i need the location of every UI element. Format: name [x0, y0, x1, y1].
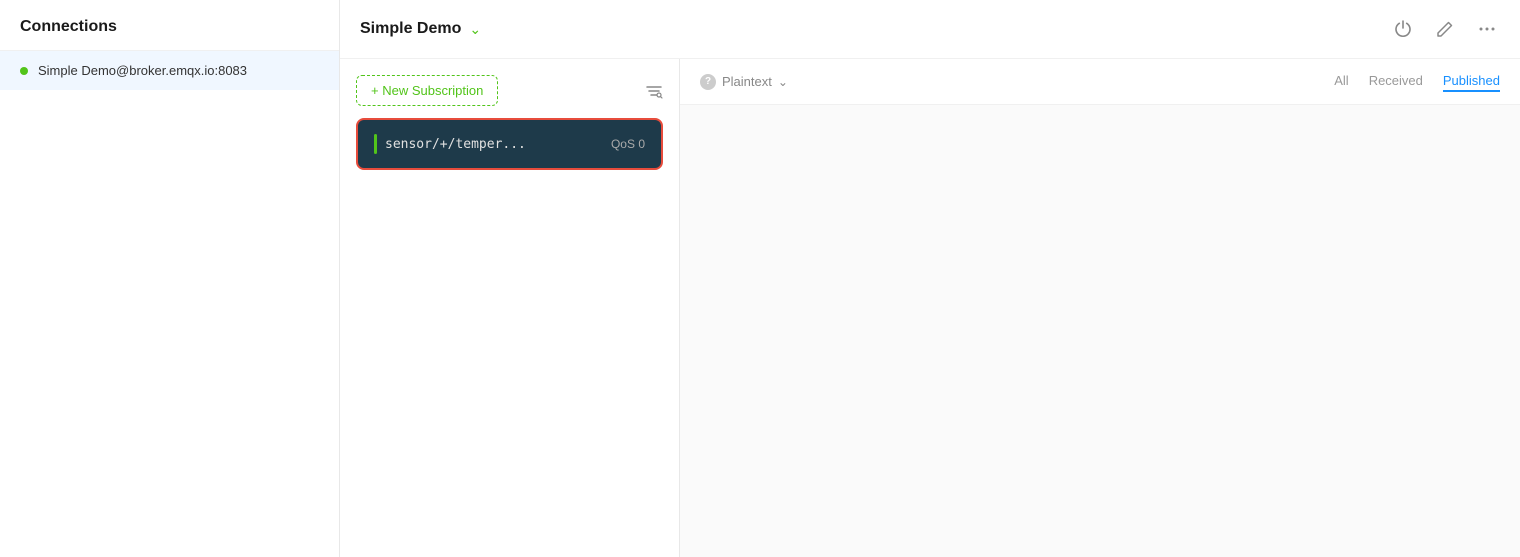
filter-tab-all[interactable]: All — [1334, 71, 1348, 92]
main-header: Simple Demo ⌄ — [340, 0, 1520, 59]
plaintext-label: Plaintext — [722, 74, 772, 89]
main-area: Simple Demo ⌄ — [340, 0, 1520, 557]
message-toolbar-left: ? Plaintext ⌄ — [700, 74, 788, 90]
header-right — [1390, 16, 1500, 42]
new-subscription-button[interactable]: + New Subscription — [356, 75, 498, 106]
subscription-qos: QoS 0 — [611, 137, 645, 151]
message-toolbar: ? Plaintext ⌄ All Received Published — [680, 59, 1520, 105]
filter-icon-button[interactable] — [645, 82, 663, 100]
message-filter-tabs: All Received Published — [1334, 71, 1500, 92]
sidebar-item-simple-demo[interactable]: Simple Demo@broker.emqx.io:8083 — [0, 51, 339, 90]
plaintext-chevron-icon[interactable]: ⌄ — [778, 75, 788, 89]
subscription-color-indicator — [374, 134, 377, 154]
edit-button[interactable] — [1432, 16, 1458, 42]
subscription-topic: sensor/+/temper... — [385, 137, 526, 152]
message-content — [680, 105, 1520, 557]
filter-tab-received[interactable]: Received — [1369, 71, 1423, 92]
content-area: + New Subscription sen — [340, 59, 1520, 557]
status-dot — [20, 67, 28, 75]
header-left: Simple Demo ⌄ — [360, 20, 481, 38]
sidebar-title: Connections — [0, 0, 339, 51]
chevron-down-icon[interactable]: ⌄ — [469, 21, 481, 38]
page-title: Simple Demo — [360, 20, 461, 38]
subscription-item[interactable]: sensor/+/temper... QoS 0 — [356, 118, 663, 170]
power-button[interactable] — [1390, 16, 1416, 42]
filter-tab-published[interactable]: Published — [1443, 71, 1500, 92]
subscription-panel: + New Subscription sen — [340, 59, 680, 557]
message-panel: ? Plaintext ⌄ All Received Published — [680, 59, 1520, 557]
help-icon[interactable]: ? — [700, 74, 716, 90]
subscription-toolbar: + New Subscription — [356, 75, 663, 106]
subscription-item-left: sensor/+/temper... — [374, 134, 526, 154]
sidebar-item-label: Simple Demo@broker.emqx.io:8083 — [38, 63, 247, 78]
sidebar: Connections Simple Demo@broker.emqx.io:8… — [0, 0, 340, 557]
more-button[interactable] — [1474, 16, 1500, 42]
